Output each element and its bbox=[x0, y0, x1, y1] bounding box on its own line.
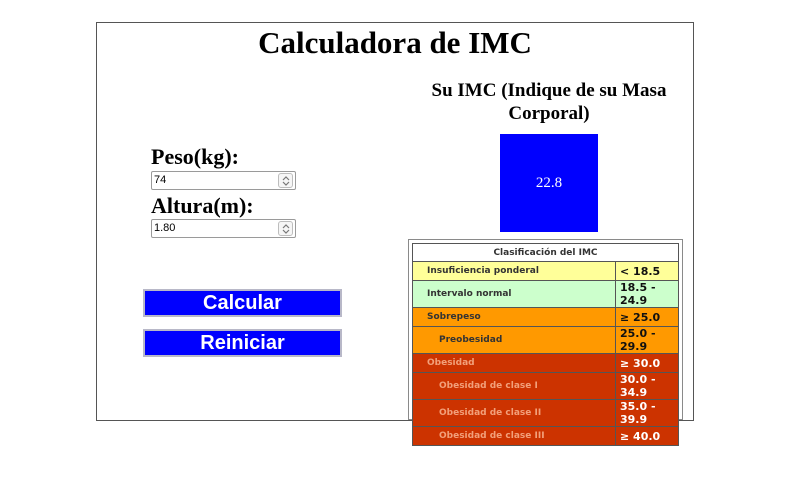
range-cell: < 18.5 bbox=[615, 261, 679, 281]
range-cell: 18.5 - 24.9 bbox=[615, 280, 679, 308]
category-cell: Sobrepeso bbox=[412, 307, 616, 327]
weight-input[interactable]: 74 bbox=[151, 171, 296, 190]
range-cell: ≥ 40.0 bbox=[615, 426, 679, 446]
range-cell: 30.0 - 34.9 bbox=[615, 372, 679, 400]
weight-label: Peso(kg): bbox=[151, 144, 239, 169]
range-cell: ≥ 25.0 bbox=[615, 307, 679, 327]
category-cell: Preobesidad bbox=[412, 326, 616, 354]
bmi-result-heading: Su IMC (Indique de su Masa Corporal) bbox=[431, 80, 667, 124]
table-row: Obesidad ≥ 30.0 bbox=[412, 353, 679, 373]
table-row: Obesidad de clase I 30.0 - 34.9 bbox=[412, 372, 679, 400]
page-title: Calculadora de IMC bbox=[258, 25, 532, 60]
reset-button[interactable]: Reiniciar bbox=[143, 329, 342, 357]
bmi-result-value: 22.8 bbox=[535, 175, 563, 191]
bmi-classification-table: Clasificación del IMC Insuficiencia pond… bbox=[408, 239, 683, 446]
range-cell: 25.0 - 29.9 bbox=[615, 326, 679, 354]
table-row: Insuficiencia ponderal < 18.5 bbox=[412, 261, 679, 281]
category-cell: Insuficiencia ponderal bbox=[412, 261, 616, 281]
table-row: Intervalo normal 18.5 - 24.9 bbox=[412, 280, 679, 308]
weight-spinner-icon[interactable] bbox=[278, 173, 293, 188]
table-row: Preobesidad 25.0 - 29.9 bbox=[412, 326, 679, 354]
range-cell: 35.0 - 39.9 bbox=[615, 399, 679, 427]
category-cell: Obesidad bbox=[412, 353, 616, 373]
bmi-result-box: 22.8 bbox=[500, 134, 598, 232]
category-cell: Obesidad de clase III bbox=[412, 426, 616, 446]
table-row: Obesidad de clase II 35.0 - 39.9 bbox=[412, 399, 679, 427]
calculate-button[interactable]: Calcular bbox=[143, 289, 342, 317]
table-row: Sobrepeso ≥ 25.0 bbox=[412, 307, 679, 327]
height-label: Altura(m): bbox=[151, 193, 254, 218]
height-input-value: 1.80 bbox=[154, 222, 176, 234]
table-row: Obesidad de clase III ≥ 40.0 bbox=[412, 426, 679, 446]
category-cell: Intervalo normal bbox=[412, 280, 616, 308]
calculator-panel: Calculadora de IMC Peso(kg): 74 Altura(m… bbox=[96, 22, 694, 446]
range-cell: ≥ 30.0 bbox=[615, 353, 679, 373]
height-input[interactable]: 1.80 bbox=[151, 219, 296, 238]
category-cell: Obesidad de clase I bbox=[412, 372, 616, 400]
height-spinner-icon[interactable] bbox=[278, 221, 293, 236]
table-title: Clasificación del IMC bbox=[412, 243, 679, 262]
weight-input-value: 74 bbox=[154, 174, 167, 186]
category-cell: Obesidad de clase II bbox=[412, 399, 616, 427]
